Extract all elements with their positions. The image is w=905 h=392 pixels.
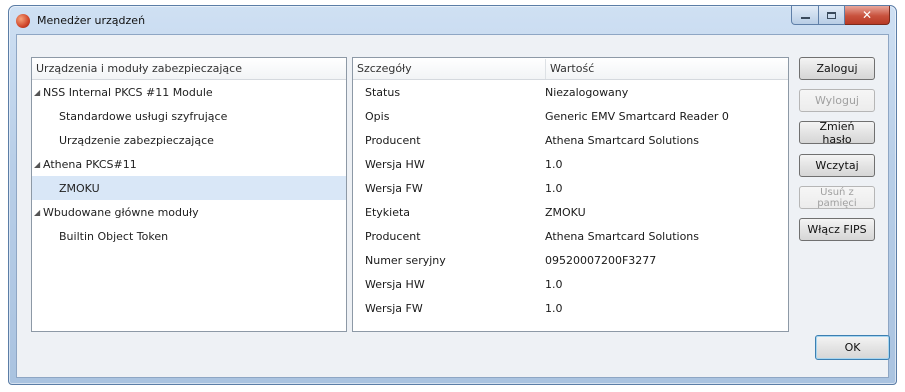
maximize-button[interactable] [819, 6, 845, 25]
tree-item-security-device[interactable]: Urządzenie zabezpieczające [32, 128, 346, 152]
device-manager-window: Menedżer urządzeń ✕ Urządzenia i moduły … [8, 5, 897, 385]
expanded-triangle-icon[interactable]: ◢ [34, 160, 43, 169]
detail-name: Wersja HW [365, 157, 425, 171]
unload-button[interactable]: Usuń z pamięci [799, 186, 875, 209]
tree-item-label: Builtin Object Token [59, 229, 169, 243]
details-name-column-header[interactable]: Szczegóły [353, 62, 545, 75]
close-icon: ✕ [861, 8, 873, 22]
tree-item-label: ZMOKU [59, 181, 100, 195]
tree-item-nss-module[interactable]: ◢ NSS Internal PKCS #11 Module [32, 80, 346, 104]
detail-name: Producent [365, 229, 421, 243]
tree-item-athena-module[interactable]: ◢ Athena PKCS#11 [32, 152, 346, 176]
expanded-triangle-icon[interactable]: ◢ [34, 208, 43, 217]
minimize-button[interactable] [791, 6, 819, 25]
table-row[interactable]: Opis Generic EMV Smartcard Reader 0 [353, 104, 788, 128]
caption-buttons: ✕ [791, 6, 890, 26]
table-row[interactable]: Numer seryjny 09520007200F3277 [353, 248, 788, 272]
devices-tree[interactable]: Urządzenia i moduły zabezpieczające ◢ NS… [31, 57, 347, 332]
window-title: Menedżer urządzeń [37, 14, 146, 27]
tree-item-label: Wbudowane główne moduły [43, 205, 199, 219]
tree-item-label: NSS Internal PKCS #11 Module [43, 85, 213, 99]
detail-name: Status [365, 85, 401, 99]
tree-item-label: Athena PKCS#11 [43, 157, 137, 171]
dialog-body: Urządzenia i moduły zabezpieczające ◢ NS… [16, 34, 890, 378]
detail-name: Wersja HW [365, 277, 425, 291]
detail-name: Wersja FW [365, 301, 423, 315]
detail-value: 1.0 [545, 181, 563, 195]
table-row[interactable]: Wersja HW 1.0 [353, 272, 788, 296]
minimize-icon [800, 17, 810, 19]
load-button[interactable]: Wczytaj [799, 154, 875, 177]
tree-item-label: Standardowe usługi szyfrujące [59, 109, 228, 123]
detail-value: Generic EMV Smartcard Reader 0 [545, 109, 729, 123]
close-button[interactable]: ✕ [845, 6, 890, 25]
detail-name: Wersja FW [365, 181, 423, 195]
ok-button[interactable]: OK [815, 335, 890, 360]
expanded-triangle-icon[interactable]: ◢ [34, 88, 43, 97]
detail-value: 1.0 [545, 157, 563, 171]
detail-name: Etykieta [365, 205, 411, 219]
details-table[interactable]: Szczegóły Wartość Status Niezalogowany O… [352, 57, 789, 332]
tree-item-builtin-roots[interactable]: ◢ Wbudowane główne moduły [32, 200, 346, 224]
details-header: Szczegóły Wartość [353, 58, 788, 80]
firefox-icon [16, 14, 30, 28]
detail-value: 1.0 [545, 277, 563, 291]
table-row[interactable]: Status Niezalogowany [353, 80, 788, 104]
login-button[interactable]: Zaloguj [799, 57, 875, 80]
tree-item-zmoku[interactable]: ZMOKU [32, 176, 346, 200]
detail-value: 1.0 [545, 301, 563, 315]
title-bar[interactable]: Menedżer urządzeń ✕ [9, 6, 896, 34]
devices-header[interactable]: Urządzenia i moduły zabezpieczające [32, 58, 346, 80]
details-value-column-header[interactable]: Wartość [546, 62, 594, 75]
detail-name: Numer seryjny [365, 253, 446, 267]
table-row[interactable]: Producent Athena Smartcard Solutions [353, 128, 788, 152]
devices-column-header[interactable]: Urządzenia i moduły zabezpieczające [32, 62, 242, 75]
table-row[interactable]: Wersja HW 1.0 [353, 152, 788, 176]
table-row[interactable]: Wersja FW 1.0 [353, 296, 788, 320]
detail-value: Athena Smartcard Solutions [545, 229, 700, 243]
table-row[interactable]: Producent Athena Smartcard Solutions [353, 224, 788, 248]
maximize-icon [827, 11, 836, 19]
tree-item-builtin-token[interactable]: Builtin Object Token [32, 224, 346, 248]
detail-value: Niezalogowany [545, 85, 629, 99]
tree-item-label: Urządzenie zabezpieczające [59, 133, 214, 147]
detail-name: Producent [365, 133, 421, 147]
table-row[interactable]: Etykieta ZMOKU [353, 200, 788, 224]
tree-item-standard-crypto[interactable]: Standardowe usługi szyfrujące [32, 104, 346, 128]
detail-value: Athena Smartcard Solutions [545, 133, 700, 147]
detail-value: 09520007200F3277 [545, 253, 657, 267]
detail-name: Opis [365, 109, 390, 123]
detail-value: ZMOKU [545, 205, 586, 219]
logout-button[interactable]: Wyloguj [799, 89, 875, 112]
table-row[interactable]: Wersja FW 1.0 [353, 176, 788, 200]
change-password-button[interactable]: Zmień hasło [799, 120, 875, 146]
enable-fips-button[interactable]: Włącz FIPS [799, 218, 875, 241]
